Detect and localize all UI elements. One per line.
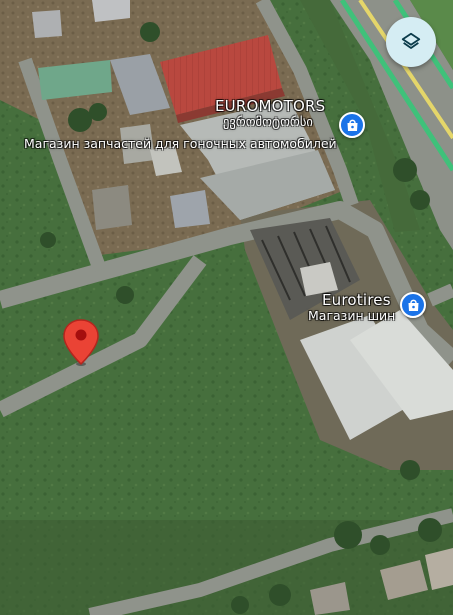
place-category-euromotors[interactable]: Магазин запчастей для гоночных автомобил… (24, 136, 337, 151)
map-view[interactable]: EUROMOTORS ევრომოტორსი Магазин запчастей… (0, 0, 453, 615)
place-label-euromotors[interactable]: EUROMOTORS ევრომოტორსი (215, 97, 326, 130)
shopping-bag-icon[interactable] (400, 292, 426, 318)
layers-button[interactable] (386, 17, 436, 67)
layers-icon (401, 32, 421, 49)
place-label-eurotires[interactable]: Eurotires Магазин шин (308, 291, 395, 324)
shopping-bag-icon[interactable] (339, 112, 365, 138)
place-category: Магазин шин (308, 308, 396, 324)
bag-glyph (408, 299, 418, 311)
place-name: EUROMOTORS (215, 97, 326, 115)
place-category: Магазин запчастей для гоночных автомобил… (24, 136, 337, 151)
place-name-local: ევრომოტორსი (223, 114, 313, 130)
bag-glyph (347, 119, 357, 131)
map-pin-icon[interactable] (62, 318, 100, 366)
place-name: Eurotires (322, 291, 391, 309)
